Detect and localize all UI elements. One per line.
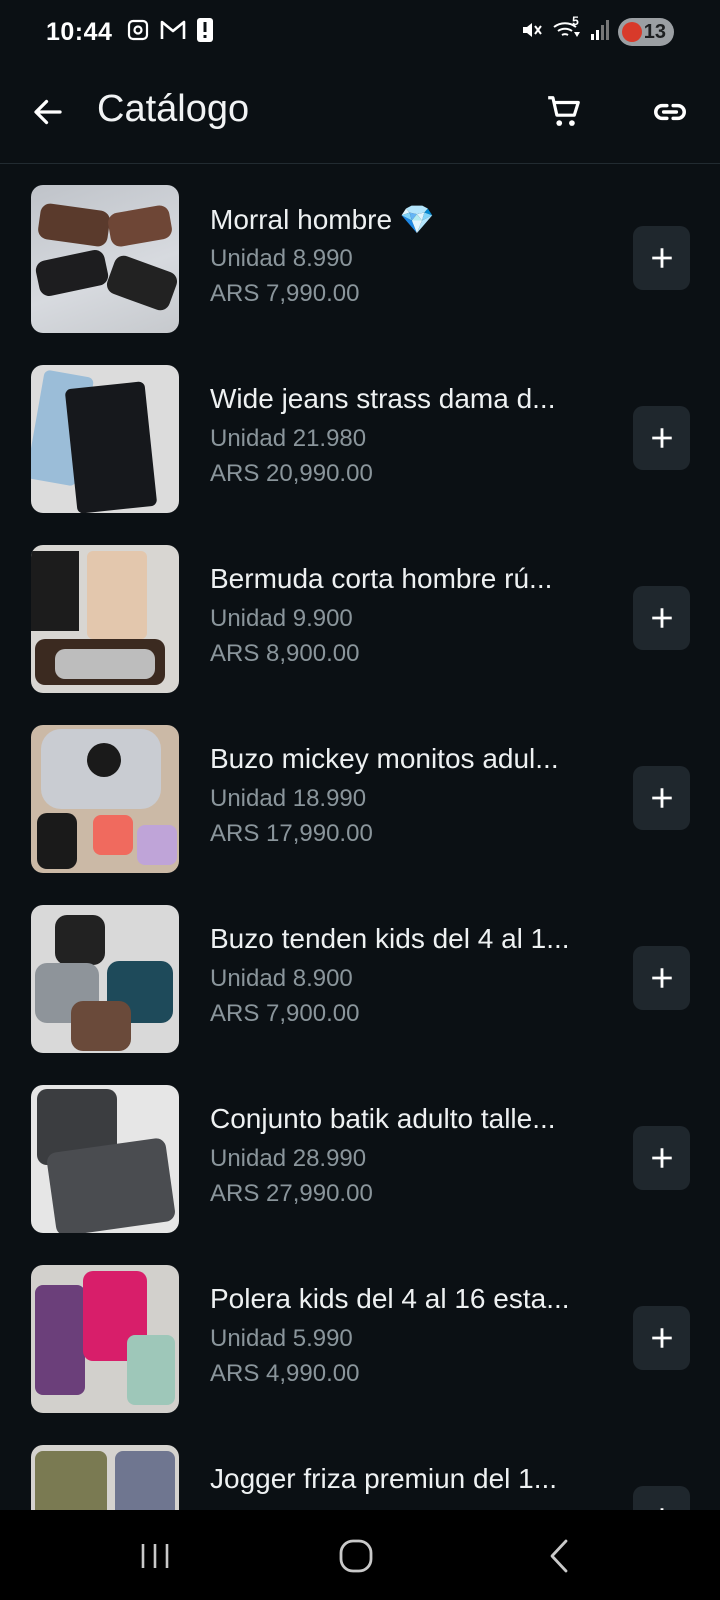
product-price: ARS 4,990.00 <box>210 1360 360 1387</box>
product-unit-price: Unidad 8.990 <box>210 245 353 272</box>
product-price: ARS 7,990.00 <box>210 280 360 307</box>
product-item[interactable]: Morral hombre 💎 Unidad 8.990 ARS 7,990.0… <box>0 165 720 345</box>
product-item[interactable]: Jogger friza premiun del 1... <box>0 1425 720 1510</box>
product-thumbnail <box>31 185 179 333</box>
product-unit-price: Unidad 18.990 <box>210 785 367 812</box>
plus-icon <box>651 968 672 988</box>
page-title: Catálogo <box>97 88 250 130</box>
product-item[interactable]: Polera kids del 4 al 16 esta... Unidad 5… <box>0 1245 720 1425</box>
product-name: Conjunto batik adulto talle... <box>210 1103 556 1134</box>
home-button[interactable] <box>331 1534 381 1578</box>
product-name: Morral hombre 💎 <box>210 204 435 235</box>
product-price: ARS 17,990.00 <box>210 820 373 847</box>
product-price: ARS 8,900.00 <box>210 640 360 667</box>
product-thumbnail <box>31 725 179 873</box>
recents-button[interactable] <box>130 1534 180 1578</box>
product-name: Jogger friza premiun del 1... <box>210 1463 558 1494</box>
battery-level: 13 <box>643 20 666 43</box>
add-to-cart-button[interactable] <box>633 1486 690 1510</box>
product-thumbnail <box>31 905 179 1053</box>
product-item[interactable]: Bermuda corta hombre rú... Unidad 9.900 … <box>0 525 720 705</box>
product-item[interactable]: Conjunto batik adulto talle... Unidad 28… <box>0 1065 720 1245</box>
product-unit-price: Unidad 28.990 <box>210 1145 367 1172</box>
plus-icon <box>651 1148 672 1168</box>
battery-indicator: 13 <box>617 18 674 46</box>
add-to-cart-button[interactable] <box>633 586 690 650</box>
product-price: ARS 27,990.00 <box>210 1180 373 1207</box>
product-item[interactable]: Wide jeans strass dama d... Unidad 21.98… <box>0 345 720 525</box>
arrow-left-icon <box>34 99 62 125</box>
status-time: 10:44 <box>46 17 113 46</box>
product-list: Morral hombre 💎 Unidad 8.990 ARS 7,990.0… <box>0 165 720 1510</box>
plus-icon <box>651 428 672 448</box>
wifi-label: 5 <box>572 13 579 28</box>
add-to-cart-button[interactable] <box>633 1126 690 1190</box>
recents-icon <box>141 1544 169 1568</box>
back-nav-button[interactable] <box>534 1534 584 1578</box>
product-name: Buzo tenden kids del 4 al 1... <box>210 923 570 954</box>
product-unit-price: Unidad 9.900 <box>210 605 353 632</box>
app-bar: Catálogo <box>0 64 720 164</box>
link-icon <box>654 103 686 121</box>
product-thumbnail <box>31 545 179 693</box>
plus-icon <box>651 248 672 268</box>
back-button[interactable] <box>26 90 70 134</box>
add-to-cart-button[interactable] <box>633 766 690 830</box>
product-thumbnail <box>31 1445 179 1510</box>
home-icon <box>339 1539 373 1573</box>
cart-button[interactable] <box>540 88 588 136</box>
wifi-icon: 5 <box>552 14 582 47</box>
product-name: Wide jeans strass dama d... <box>210 383 556 414</box>
product-thumbnail <box>31 1085 179 1233</box>
alert-icon <box>196 17 214 48</box>
add-to-cart-button[interactable] <box>633 406 690 470</box>
signal-icon <box>590 19 610 46</box>
cart-icon <box>548 96 580 126</box>
product-name: Polera kids del 4 al 16 esta... <box>210 1283 570 1314</box>
system-nav-bar <box>0 1510 720 1600</box>
add-to-cart-button[interactable] <box>633 946 690 1010</box>
plus-icon <box>651 788 672 808</box>
product-thumbnail <box>31 365 179 513</box>
plus-icon <box>651 608 672 628</box>
add-to-cart-button[interactable] <box>633 1306 690 1370</box>
screenshot-icon <box>126 18 150 47</box>
product-price: ARS 20,990.00 <box>210 460 373 487</box>
product-unit-price: Unidad 5.990 <box>210 1325 353 1352</box>
product-thumbnail <box>31 1265 179 1413</box>
product-price: ARS 7,900.00 <box>210 1000 360 1027</box>
product-item[interactable]: Buzo mickey monitos adul... Unidad 18.99… <box>0 705 720 885</box>
product-item[interactable]: Buzo tenden kids del 4 al 1... Unidad 8.… <box>0 885 720 1065</box>
product-unit-price: Unidad 21.980 <box>210 425 367 452</box>
product-name: Bermuda corta hombre rú... <box>210 563 553 594</box>
mute-icon <box>520 18 544 47</box>
back-nav-icon <box>550 1539 568 1573</box>
plus-icon <box>651 1328 672 1348</box>
status-bar: 10:44 5 13 <box>0 0 720 64</box>
share-link-button[interactable] <box>646 88 694 136</box>
product-name: Buzo mickey monitos adul... <box>210 743 559 774</box>
gmail-icon <box>160 19 186 46</box>
add-to-cart-button[interactable] <box>633 226 690 290</box>
battery-saver-icon <box>621 22 642 42</box>
product-unit-price: Unidad 8.900 <box>210 965 353 992</box>
